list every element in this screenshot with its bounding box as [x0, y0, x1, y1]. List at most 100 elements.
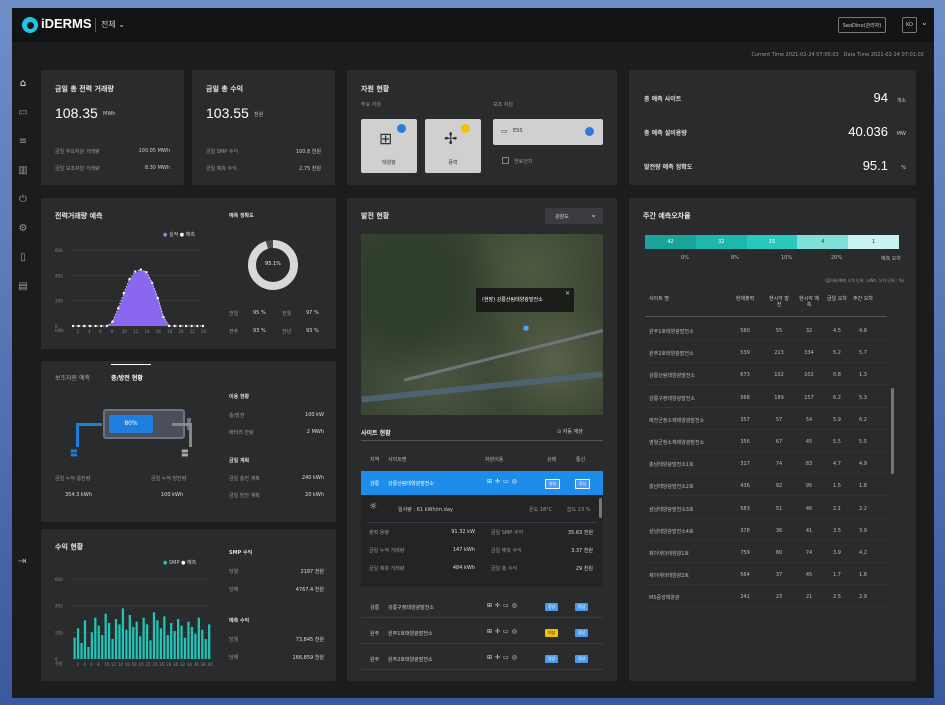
- revenue-row-label: 금일 예측 수익: [206, 166, 237, 172]
- site-header-cell: 자원이용: [485, 457, 504, 463]
- chart-icon[interactable]: ▥: [12, 159, 34, 181]
- weekly-cell: 37: [775, 572, 783, 579]
- weekly-row[interactable]: 삼남태양광발전소3호 583 51 46 2.1 2.2: [645, 499, 887, 519]
- report-icon[interactable]: ▤: [12, 275, 34, 297]
- weekly-row[interactable]: 충남태양광발전소2호 436 92 95 1.5 1.8: [645, 476, 887, 497]
- tab-aux-forecast[interactable]: 보조자원 예측: [55, 373, 90, 382]
- settings-icon[interactable]: ⚙: [12, 217, 34, 239]
- smp-bar: [87, 647, 90, 659]
- weekly-row[interactable]: 충남태양광발전소1호 317 74 83 4.7 4.9: [645, 454, 887, 475]
- weekly-cell: 강릉산림태양광발전소: [649, 373, 696, 380]
- site-name: 원주2호태양광발전소: [388, 657, 433, 663]
- weekly-row[interactable]: 원주2호태양광발전소 539 213 334 5.2 5.7: [645, 343, 887, 364]
- weekly-row[interactable]: 제이에이태양광1호 759 80 74 3.9 4.2: [645, 543, 887, 563]
- scrollbar[interactable]: [599, 498, 602, 518]
- forecast-point: [117, 307, 120, 310]
- weekly-cell: 92: [775, 483, 783, 490]
- close-icon[interactable]: ✕: [565, 290, 570, 297]
- site-row-active[interactable]: 강릉 강릉산림태양광발전소 ⊞✢▭◎ 정상 정상: [361, 471, 603, 495]
- weekly-cell: 4.9: [859, 461, 867, 468]
- weekly-cell: 4.2: [859, 550, 867, 556]
- trade-row-value: 8.30 MWh: [144, 165, 170, 171]
- scope-dropdown[interactable]: 전체 ⌄: [101, 19, 125, 30]
- region-dropdown[interactable]: 강원도 ⌄: [545, 208, 603, 224]
- solar-tile[interactable]: ⊞ 태양광: [361, 119, 417, 173]
- wind-tile[interactable]: ✢ 풍력: [425, 119, 481, 173]
- accuracy-title: 예측 정확도: [229, 213, 254, 219]
- site-row[interactable]: 원주 원주2호태양광발전소 ⊞✢▭◎ 정상 정상: [361, 648, 603, 670]
- battery-icon[interactable]: ▯: [12, 246, 34, 268]
- x-tick-label: 10: [122, 329, 128, 334]
- monitor-icon[interactable]: ▭: [12, 101, 34, 123]
- chevron-down-icon[interactable]: ⌄: [921, 18, 928, 27]
- smp-bar: [152, 612, 156, 659]
- map-tooltip[interactable]: (현장) 강릉산림태양광발전소 ✕: [476, 288, 574, 312]
- satellite-map[interactable]: (현장) 강릉산림태양광발전소 ✕ ●: [361, 234, 603, 415]
- weekly-header-cell: 현시각 예측: [799, 296, 819, 308]
- smp-bar: [104, 613, 107, 659]
- site-status-title: 사이트 현황: [361, 430, 391, 437]
- app-window: iDERMS 전체 ⌄ SeoDino(관리자) KO ⌄ Current Ti…: [12, 8, 934, 698]
- site-row[interactable]: 원주 원주1호태양광발전소 ⊞✢▭◎ 이상 정상: [361, 622, 603, 644]
- usage-label: 충/방전: [229, 413, 245, 419]
- detail-value: 3.37 천원: [571, 548, 593, 554]
- weekly-cell: 1.5: [833, 483, 841, 490]
- weekly-row[interactable]: 예천군청소재태양광발전소 357 57 54 5.9 6.2: [645, 410, 887, 430]
- plug-icon[interactable]: ⏻: [12, 188, 34, 210]
- autoplay-toggle[interactable]: ⊙ 자동 재생: [557, 428, 583, 435]
- forecast-point: [128, 277, 131, 281]
- smp-bar: [114, 619, 118, 659]
- tab-charge-status[interactable]: 충/방전 현황: [111, 373, 143, 382]
- plan-label: 금일 방전 계획: [229, 493, 260, 499]
- weekly-cell: 충남태양광발전소2호: [649, 484, 694, 491]
- forecast-point: [100, 324, 103, 328]
- x-tick-label: 6: [90, 662, 93, 667]
- weekly-cell: 46: [805, 505, 813, 512]
- forecast-point: [167, 324, 171, 328]
- weekly-row[interactable]: 삼남태양광발전소4호 378 36 41 3.5 3.9: [645, 521, 887, 541]
- weekly-row[interactable]: 영월군청소재태양광발전소 356 67 45 5.5 5.5: [645, 432, 887, 452]
- language-button[interactable]: KO: [902, 17, 917, 33]
- ess-tile[interactable]: ▭ ESS: [493, 119, 603, 145]
- discharge-value: 100 kWh: [161, 492, 184, 498]
- weekly-row[interactable]: 강릉산림태양광발전소 673 102 102 0.8 1.3: [645, 365, 887, 386]
- forecast-point: [88, 324, 92, 328]
- site-row[interactable]: 강릉 강릉구정태양광발전소 ⊞✢▭◎ 정상 정상: [361, 596, 603, 618]
- accuracy-value: 95 %: [253, 310, 266, 316]
- scrollbar[interactable]: [891, 388, 894, 474]
- smp-value: 2187 천원: [300, 569, 324, 575]
- site-region: 원주: [370, 657, 380, 663]
- smp-label: 당월: [229, 569, 239, 575]
- usage-value: 100 kW: [305, 412, 324, 418]
- logout-icon[interactable]: ⇥: [18, 556, 26, 567]
- resource-icons: ⊞✢▭◎: [487, 628, 520, 635]
- detail-label: 금일 예측 거래량: [369, 566, 405, 572]
- panel-title: 수익 현황: [55, 543, 84, 551]
- accuracy-value: 97 %: [306, 310, 319, 316]
- aux-resource-label: 보조 자원: [493, 102, 513, 108]
- x-tick-label: 40: [208, 662, 214, 667]
- sun-icon: ☼: [369, 502, 378, 512]
- resource-icons: ⊞✢▭◎: [487, 654, 520, 661]
- weekly-cell: 36: [775, 527, 783, 534]
- weekly-row[interactable]: 원주1호태양광발전소 580 55 32 4.5 4.8: [645, 321, 887, 341]
- smp-bar: [183, 637, 187, 659]
- site-region: 강릉: [370, 481, 380, 487]
- weekly-cell: 원주2호태양광발전소: [649, 351, 694, 358]
- weekly-row[interactable]: 제이에이태양광2호 564 37 45 1.7 1.8: [645, 565, 887, 586]
- home-icon[interactable]: ⌂: [12, 72, 34, 94]
- trade-row-label: 금일 보조자원 거래량: [55, 166, 100, 172]
- weekly-cell: 95: [805, 483, 813, 490]
- x-tick-label: 36: [194, 662, 200, 667]
- weekly-row[interactable]: 강릉구정태양광발전소 568 189 157 6.2 5.3: [645, 388, 887, 408]
- plan-title: 금일 계획: [229, 458, 250, 464]
- map-pin-icon[interactable]: ●: [523, 324, 529, 332]
- weekly-cell: 6.2: [833, 394, 841, 401]
- user-button[interactable]: SeoDino(관리자): [838, 17, 886, 33]
- weekly-row[interactable]: MS중앙태양광 241 23 21 2.5 2.9: [645, 587, 887, 608]
- revenue-row-label: 금일 SMP 수익: [206, 149, 239, 155]
- list-icon[interactable]: ≡: [12, 130, 34, 152]
- x-tick-label: 20: [178, 329, 184, 334]
- smp-title: SMP 수익: [229, 550, 253, 556]
- weekly-cell: 57: [775, 416, 783, 423]
